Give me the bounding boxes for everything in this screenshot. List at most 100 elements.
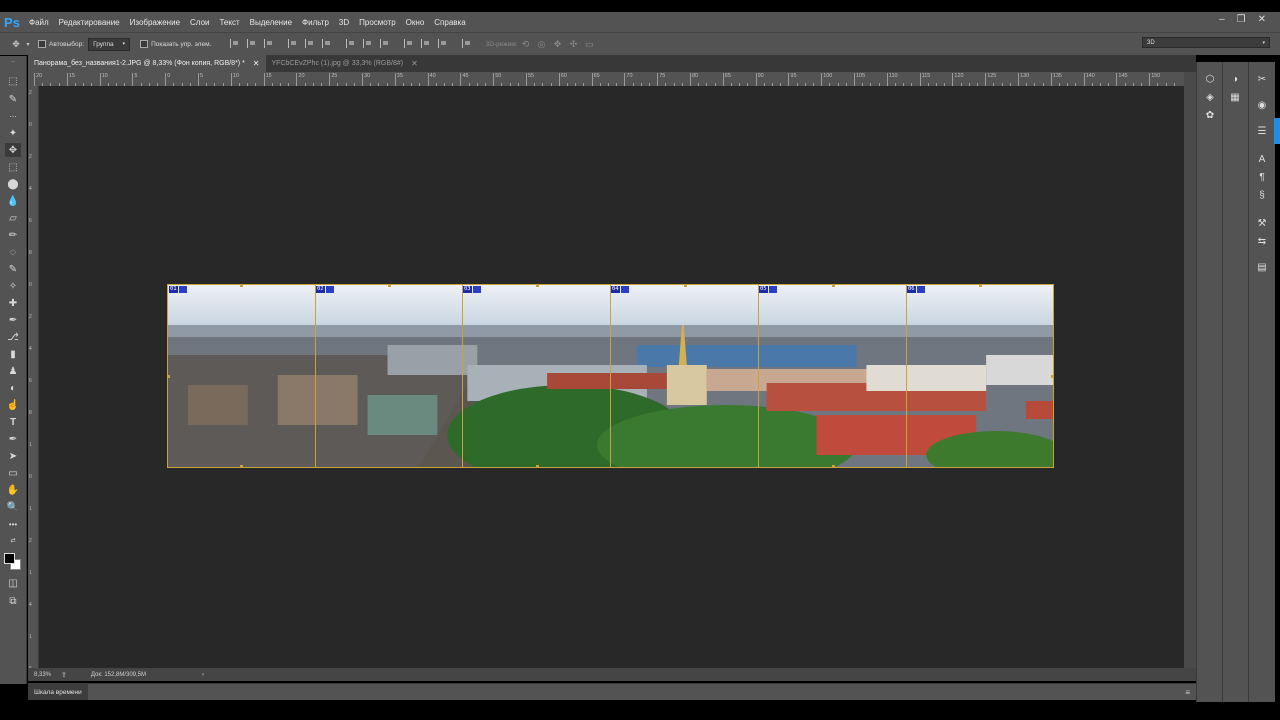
type-tool-icon[interactable]: T: [5, 415, 21, 429]
slice-label[interactable]: 03: [463, 286, 481, 293]
artboard-tool-icon[interactable]: ⬚: [5, 74, 21, 88]
menu-window[interactable]: Окно: [401, 18, 430, 27]
export-icon[interactable]: ⇪: [61, 671, 67, 679]
tab-panorama[interactable]: Панорама_без_названия1-2.JPG @ 8,33% (Фо…: [28, 55, 266, 72]
menu-type[interactable]: Текст: [214, 18, 244, 27]
lasso-tool-icon[interactable]: ◌: [5, 245, 21, 259]
info-icon[interactable]: ▤: [1255, 260, 1269, 274]
3d-roll-icon[interactable]: ◎: [534, 36, 550, 52]
quick-mask-icon[interactable]: ◫: [5, 576, 21, 590]
distribute-top-icon[interactable]: [345, 38, 357, 48]
menu-select[interactable]: Выделение: [245, 18, 297, 27]
status-menu-arrow[interactable]: ›: [202, 672, 204, 678]
vertical-scrollbar[interactable]: [1184, 72, 1196, 668]
restore-button[interactable]: ❐: [1237, 14, 1246, 25]
panorama-image[interactable]: 01 02 03 04 05 06: [167, 284, 1054, 468]
healing-brush-tool-icon[interactable]: ✚: [5, 296, 21, 310]
glyphs-icon[interactable]: §: [1255, 188, 1269, 202]
move-tool-icon[interactable]: ✥: [5, 143, 21, 157]
eraser-tool-icon[interactable]: ▱: [5, 211, 21, 225]
workspace-dropdown[interactable]: 3D ▾: [1142, 37, 1270, 48]
close-icon[interactable]: ✕: [253, 59, 260, 68]
screen-mode-icon[interactable]: ⧉: [5, 594, 21, 608]
align-top-icon[interactable]: [230, 38, 241, 48]
menu-help[interactable]: Справка: [429, 18, 470, 27]
chevron-down-icon[interactable]: ▾: [24, 36, 32, 52]
layers-icon[interactable]: ◈: [1203, 90, 1217, 104]
smudge-tool-icon[interactable]: ☝: [5, 398, 21, 412]
tab-timeline[interactable]: Шкала времени: [28, 684, 88, 700]
swatches-icon[interactable]: ▦: [1228, 90, 1242, 104]
slice-handle[interactable]: [1051, 375, 1053, 378]
distribute-left-icon[interactable]: [403, 38, 415, 48]
slice-handle[interactable]: [240, 285, 243, 287]
menu-file[interactable]: Файл: [24, 18, 54, 27]
slice-handle[interactable]: [536, 285, 539, 287]
slice-handle[interactable]: [832, 465, 835, 467]
3d-scale-icon[interactable]: ▭: [582, 36, 598, 52]
menu-filter[interactable]: Фильтр: [297, 18, 334, 27]
color-icon[interactable]: ◑: [1228, 72, 1242, 86]
path-selection-tool-icon[interactable]: ➤: [5, 449, 21, 463]
paragraph-icon[interactable]: ¶: [1255, 170, 1269, 184]
align-hcenter-icon[interactable]: [305, 38, 316, 48]
slice-label[interactable]: 05: [759, 286, 777, 293]
brush-settings-icon[interactable]: ✂: [1255, 72, 1269, 86]
distribute-vcenter-icon[interactable]: [362, 38, 374, 48]
horizontal-ruler[interactable]: 20 15 10 5 0 5 10 15 20 25 30 35 40 45 50 55 60 65 70 75 80 8…: [28, 72, 1184, 87]
3d-drag-icon[interactable]: ✥: [550, 36, 566, 52]
align-right-icon[interactable]: [322, 38, 333, 48]
slice-handle[interactable]: [388, 285, 391, 287]
clone-stamp-tool-icon[interactable]: ♟: [5, 364, 21, 378]
slice-handle[interactable]: [240, 465, 243, 467]
blur-tool-icon[interactable]: 💧: [5, 194, 21, 208]
character-icon[interactable]: A: [1255, 152, 1269, 166]
slice-handle[interactable]: [979, 285, 982, 287]
dodge-tool-icon[interactable]: ◐: [5, 381, 21, 395]
quick-selection-tool-icon[interactable]: ✧: [5, 279, 21, 293]
magic-wand-tool-icon[interactable]: ✦: [5, 126, 21, 140]
slice-label[interactable]: 02: [316, 286, 334, 293]
history-brush-tool-icon[interactable]: ⎇: [5, 330, 21, 344]
brush-tool-2-icon[interactable]: ✒: [5, 313, 21, 327]
slice-label[interactable]: 01: [169, 286, 187, 293]
close-button[interactable]: ✕: [1258, 14, 1266, 25]
panel-menu-icon[interactable]: ≡: [1185, 688, 1190, 697]
properties-icon[interactable]: ☰: [1255, 124, 1269, 138]
menu-image[interactable]: Изображение: [125, 18, 185, 27]
foreground-color-swatch[interactable]: [4, 553, 15, 564]
slice-divider[interactable]: [315, 285, 316, 467]
slice-label[interactable]: 04: [611, 286, 629, 293]
distribute-right-icon[interactable]: [437, 38, 449, 48]
3d-panel-icon[interactable]: ⬡: [1203, 72, 1217, 86]
hand-tool-icon[interactable]: ✋: [5, 483, 21, 497]
minimize-button[interactable]: –: [1219, 14, 1225, 25]
vertical-ruler[interactable]: 2024680246810121416: [28, 86, 39, 672]
channels-icon[interactable]: ✿: [1203, 108, 1217, 122]
zoom-tool-icon[interactable]: 🔍: [5, 500, 21, 514]
pen-tool-icon[interactable]: ✒: [5, 432, 21, 446]
slice-divider[interactable]: [758, 285, 759, 467]
slice-divider[interactable]: [610, 285, 611, 467]
align-left-icon[interactable]: [288, 38, 299, 48]
3d-rotate-icon[interactable]: ⟲: [518, 36, 534, 52]
3d-slide-icon[interactable]: ✣: [566, 36, 582, 52]
sponge-tool-icon[interactable]: ⬤: [5, 177, 21, 191]
slice-handle[interactable]: [684, 285, 687, 287]
distribute-bottom-icon[interactable]: [379, 38, 391, 48]
move-tool-icon[interactable]: ✥: [8, 36, 24, 52]
distribute-hcenter-icon[interactable]: [420, 38, 432, 48]
eyedropper-tool-icon[interactable]: ✎: [5, 92, 21, 106]
gradient-tool-icon[interactable]: ▮: [5, 347, 21, 361]
menu-layers[interactable]: Слои: [185, 18, 214, 27]
align-vcenter-icon[interactable]: [247, 38, 258, 48]
close-icon[interactable]: ✕: [411, 59, 418, 68]
more-tools-icon[interactable]: •••: [5, 517, 21, 531]
autoselect-dropdown[interactable]: Группа ▾: [88, 37, 131, 51]
tab-yfcbcevzphc[interactable]: YFCbCEvZPhc (1).jpg @ 33,3% (RGB/8#) ✕: [266, 55, 424, 72]
slice-handle[interactable]: [832, 285, 835, 287]
clone-source-icon[interactable]: ◉: [1255, 98, 1269, 112]
autoselect-checkbox[interactable]: [38, 40, 46, 48]
brush-tool-icon[interactable]: ✏: [5, 228, 21, 242]
slice-handle[interactable]: [536, 465, 539, 467]
